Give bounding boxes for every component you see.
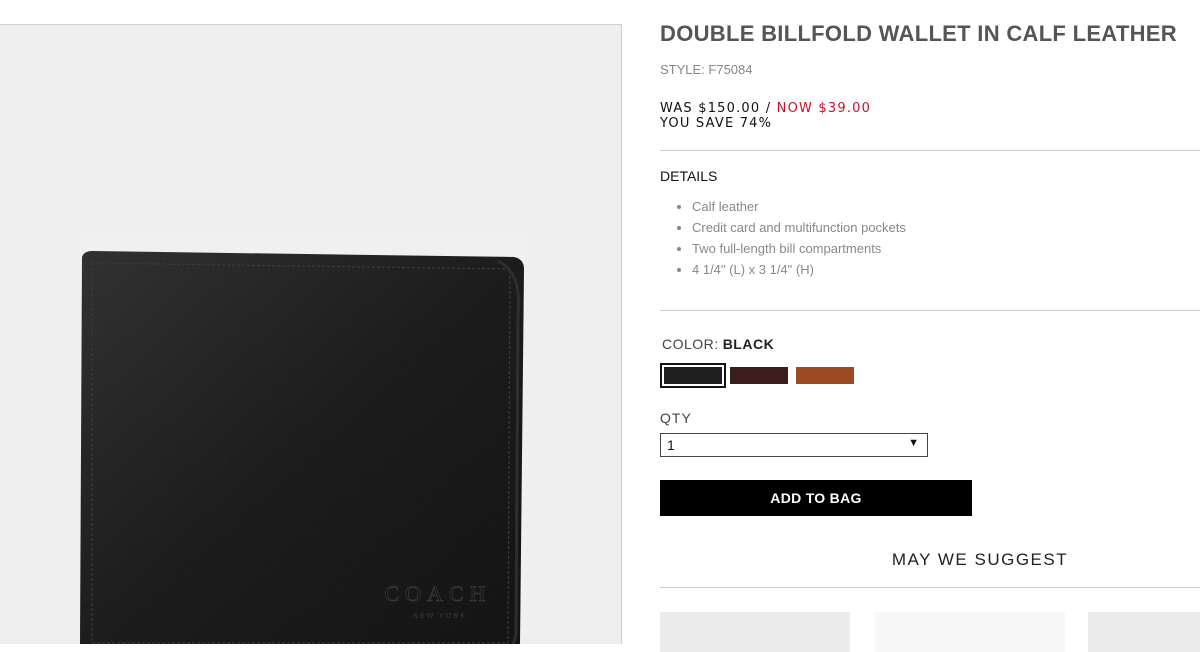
divider [660,150,1200,151]
may-we-suggest-heading: MAY WE SUGGEST [891,550,1069,569]
product-image-panel: COACH NEW YORK [0,24,622,644]
price-line: WAS $150.00 / NOW $39.00 [660,101,871,116]
details-list: Calf leather Credit card and multifuncti… [676,196,906,280]
price-separator: / [760,101,777,116]
color-swatch-brown[interactable] [730,367,788,384]
svg-text:COACH: COACH [384,581,491,606]
product-details-column: DOUBLE BILLFOLD WALLET IN CALF LEATHER S… [660,0,1200,652]
svg-text:NEW YORK: NEW YORK [413,613,467,620]
add-to-bag-button[interactable]: ADD TO BAG [660,480,972,516]
qty-label: QTY [660,410,692,426]
qty-select[interactable]: 1 ▼ [660,433,928,457]
color-label: COLOR: BLACK [662,336,774,352]
price-was: WAS $150.00 [660,101,761,116]
qty-value: 1 [667,437,675,453]
details-item: 4 1/4" (L) x 3 1/4" (H) [692,259,906,280]
price-now: NOW $39.00 [776,101,872,116]
details-item: Two full-length bill compartments [692,238,906,259]
details-item: Calf leather [692,196,906,217]
product-title: DOUBLE BILLFOLD WALLET IN CALF LEATHER [660,21,1177,46]
details-heading: DETAILS [660,168,718,184]
details-item: Credit card and multifunction pockets [692,217,906,238]
color-swatch-black[interactable] [660,363,726,388]
divider [660,587,1200,588]
divider [660,310,1200,311]
product-image: COACH NEW YORK [78,233,526,644]
dropdown-arrow-icon: ▼ [908,437,919,449]
color-swatch-saddle[interactable] [796,367,854,384]
suggested-product-card[interactable] [1088,612,1200,652]
suggested-product-card[interactable] [875,612,1065,652]
style-number: STYLE: F75084 [660,62,753,77]
you-save: YOU SAVE 74% [660,116,773,131]
color-label-text: COLOR: [662,336,719,352]
color-selected-value: BLACK [722,336,775,352]
suggested-product-card[interactable] [660,612,850,652]
